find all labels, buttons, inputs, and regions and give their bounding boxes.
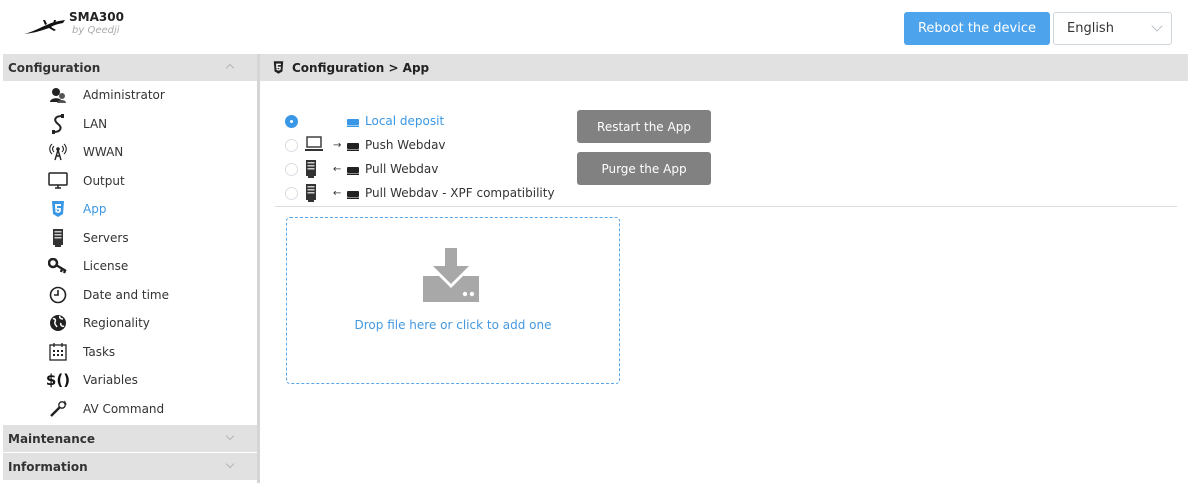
section-label: Maintenance: [8, 431, 96, 446]
deposit-mode-group: Local deposit → Push Webdav ← Pull Webda: [285, 109, 585, 205]
sidebar-item-label: Regionality: [83, 316, 150, 331]
server-icon: [48, 228, 68, 248]
html5-icon: [48, 199, 68, 219]
breadcrumb: Configuration > App: [292, 60, 430, 75]
deposit-option-push-webdav[interactable]: → Push Webdav: [285, 133, 585, 157]
section-label: Configuration: [8, 60, 101, 75]
download-icon: [421, 248, 483, 307]
sidebar-item-variables[interactable]: $() Variables: [3, 366, 257, 395]
deposit-option-label: Pull Webdav - XPF compatibility: [365, 186, 555, 200]
sidebar-item-label: Output: [83, 173, 125, 188]
deposit-option-label: Push Webdav: [365, 138, 446, 152]
app-name: SMA300: [69, 10, 124, 24]
chevron-down-icon: [225, 459, 235, 469]
sidebar-item-administrator[interactable]: Administrator: [3, 81, 257, 110]
lan-cable-icon: [48, 113, 68, 134]
lizard-logo-icon: [24, 20, 65, 34]
drive-icon: [347, 164, 359, 178]
globe-icon: [48, 313, 68, 333]
section-divider: [275, 206, 1177, 207]
drive-icon: [347, 116, 359, 130]
breadcrumb-bar: Configuration > App: [260, 54, 1188, 81]
sidebar-item-label: Administrator: [83, 88, 165, 103]
sidebar-section-configuration[interactable]: Configuration: [3, 54, 257, 81]
sidebar-item-date-and-time[interactable]: Date and time: [3, 281, 257, 310]
sidebar-item-tasks[interactable]: Tasks: [3, 338, 257, 367]
drive-icon: [347, 188, 359, 202]
sidebar-item-av-command[interactable]: AV Command: [3, 395, 257, 424]
top-header: SMA300 by Qeedji Reboot the device Engli…: [3, 3, 1188, 53]
app-vendor: by Qeedji: [72, 25, 120, 36]
radio-pull-webdav[interactable]: [285, 162, 298, 176]
sidebar-item-label: Tasks: [83, 344, 116, 359]
sidebar-item-output[interactable]: Output: [3, 167, 257, 196]
sidebar-item-servers[interactable]: Servers: [3, 224, 257, 253]
sidebar: Configuration Administrator LAN WWAN Out…: [3, 54, 257, 483]
restart-app-button[interactable]: Restart the App: [577, 110, 711, 143]
main-content: Configuration > App Local deposit → Push…: [260, 54, 1188, 483]
chevron-up-icon: [225, 63, 235, 73]
deposit-option-pull-webdav[interactable]: ← Pull Webdav: [285, 157, 585, 181]
server-icon: [305, 159, 317, 182]
monitor-icon: [48, 171, 68, 191]
deposit-option-pull-webdav-xpf[interactable]: ← Pull Webdav - XPF compatibility: [285, 181, 585, 205]
sidebar-section-maintenance[interactable]: Maintenance: [3, 425, 257, 452]
file-dropzone[interactable]: Drop file here or click to add one: [286, 217, 620, 384]
sidebar-item-license[interactable]: License: [3, 252, 257, 281]
section-label: Information: [8, 459, 88, 474]
sidebar-item-label: License: [83, 259, 129, 274]
sidebar-item-label: LAN: [83, 116, 108, 131]
sidebar-item-regionality[interactable]: Regionality: [3, 309, 257, 338]
sidebar-item-label: Servers: [83, 230, 129, 245]
administrator-icon: [48, 85, 68, 105]
deposit-option-label: Local deposit: [365, 114, 445, 128]
radio-push-webdav[interactable]: [285, 138, 298, 152]
variables-icon: $(): [45, 371, 71, 390]
chevron-down-icon: [225, 431, 235, 441]
arrow-left-icon: ←: [333, 187, 342, 199]
drive-icon: [347, 140, 359, 154]
sidebar-item-label: App: [83, 202, 107, 217]
sidebar-item-wwan[interactable]: WWAN: [3, 138, 257, 167]
language-select[interactable]: English: [1053, 12, 1172, 45]
microphone-icon: [48, 399, 68, 419]
reboot-device-button[interactable]: Reboot the device: [904, 12, 1050, 45]
deposit-option-local[interactable]: Local deposit: [285, 109, 585, 133]
arrow-right-icon: →: [333, 139, 342, 151]
key-icon: [48, 256, 68, 276]
sidebar-item-label: AV Command: [83, 401, 165, 416]
laptop-icon: [305, 135, 323, 156]
sidebar-item-label: WWAN: [83, 145, 124, 160]
sidebar-item-label: Variables: [83, 373, 138, 388]
deposit-option-label: Pull Webdav: [365, 162, 439, 176]
clock-icon: [48, 285, 68, 305]
language-value: English: [1067, 21, 1114, 36]
dropzone-text: Drop file here or click to add one: [354, 318, 552, 332]
radio-pull-webdav-xpf[interactable]: [285, 186, 298, 200]
server-icon: [305, 183, 317, 206]
app-logo: SMA300 by Qeedji: [23, 11, 124, 45]
radio-local-deposit[interactable]: [285, 114, 298, 128]
sidebar-item-app[interactable]: App: [3, 195, 257, 224]
arrow-left-icon: ←: [333, 163, 342, 175]
calendar-icon: [48, 342, 68, 362]
sidebar-item-lan[interactable]: LAN: [3, 110, 257, 139]
antenna-icon: [48, 142, 68, 162]
html5-icon: [273, 61, 284, 74]
purge-app-button[interactable]: Purge the App: [577, 152, 711, 185]
sidebar-section-information[interactable]: Information: [3, 453, 257, 480]
chevron-down-icon: [1151, 20, 1163, 32]
sidebar-item-label: Date and time: [83, 287, 169, 302]
